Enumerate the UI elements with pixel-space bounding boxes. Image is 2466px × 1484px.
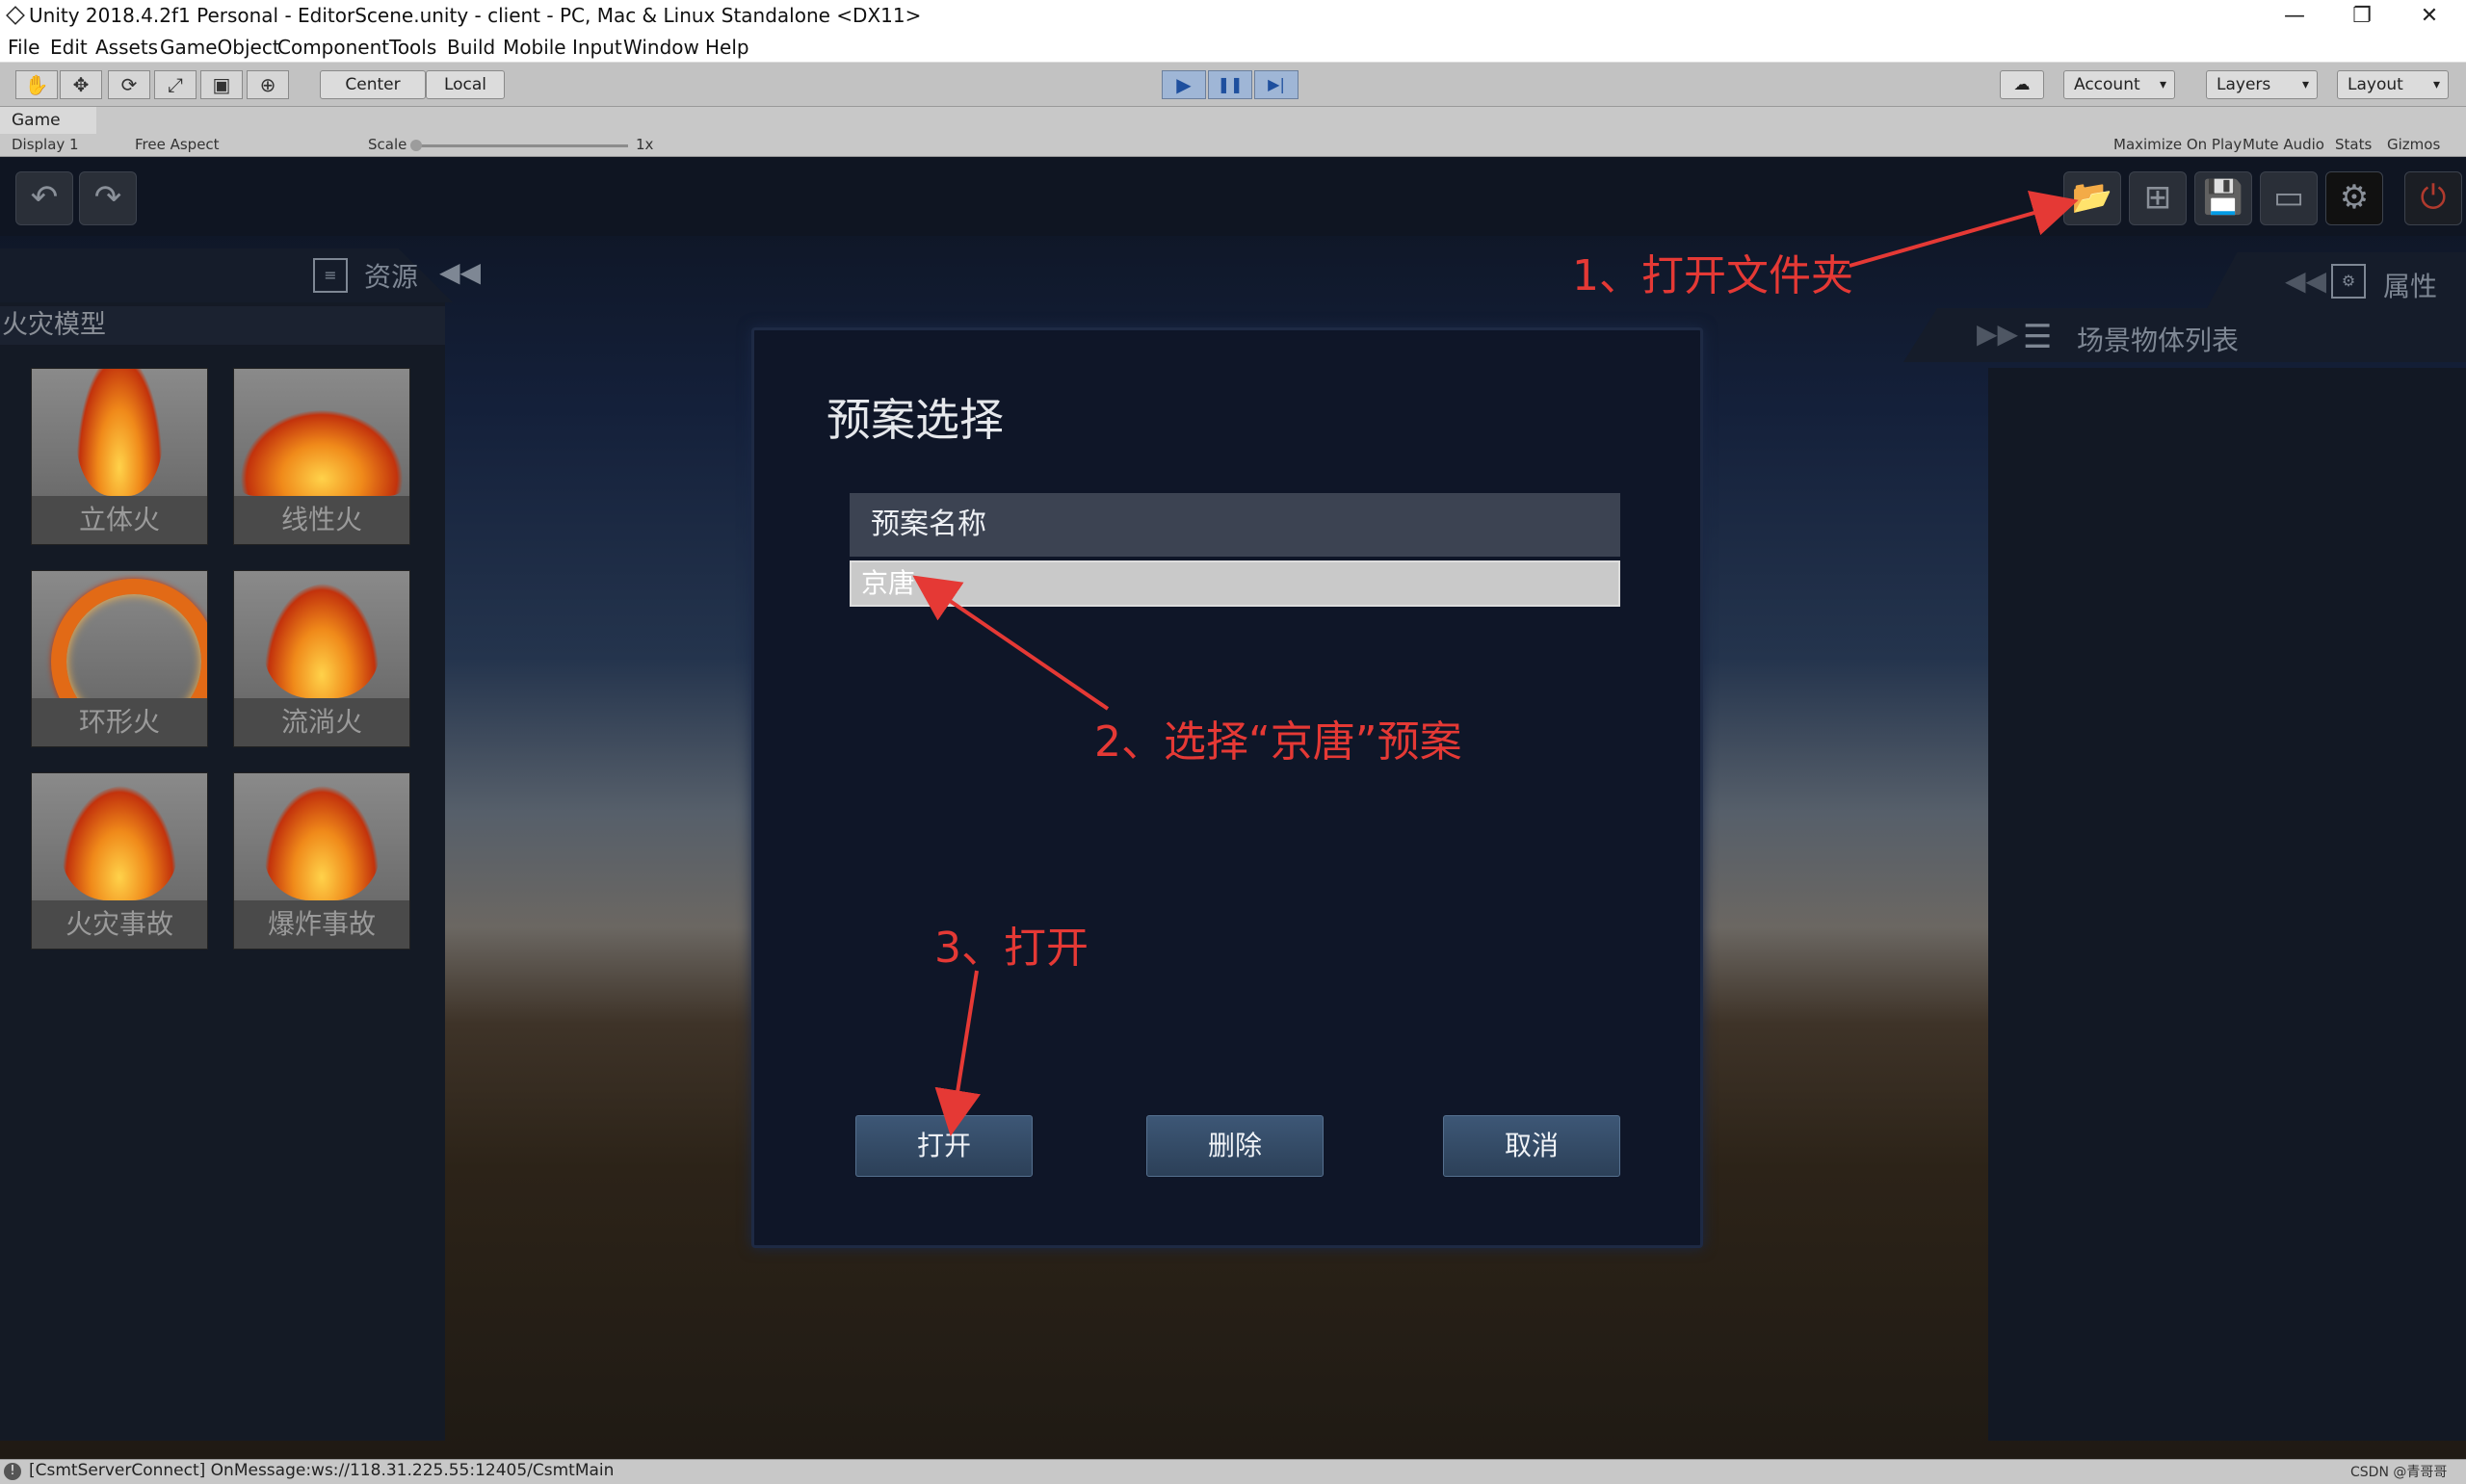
- pivot-local-toggle[interactable]: Local: [426, 70, 505, 99]
- cancel-button[interactable]: 取消: [1443, 1115, 1620, 1177]
- properties-title: 属性: [2383, 271, 2438, 302]
- model-label: 线性火: [234, 496, 409, 544]
- maximize-on-play-toggle[interactable]: Maximize On Play: [2113, 136, 2242, 153]
- watermark: CSDN @青哥哥: [2350, 1465, 2448, 1480]
- menu-gameobject[interactable]: GameObject: [160, 36, 280, 59]
- model-tile[interactable]: 立体火: [31, 368, 208, 545]
- expand-properties-icon[interactable]: ◀◀: [2285, 265, 2326, 297]
- fire-thumbnail: [32, 571, 207, 698]
- cloud-icon[interactable]: ☁: [2000, 70, 2044, 99]
- save-as-button[interactable]: ▭: [2260, 171, 2318, 225]
- properties-icon: ⚙: [2331, 264, 2366, 299]
- restore-button[interactable]: ❐: [2333, 2, 2391, 31]
- power-button[interactable]: ⏻: [2404, 171, 2462, 225]
- model-tile[interactable]: 爆炸事故: [233, 772, 410, 950]
- menu-mobile-input[interactable]: Mobile Input: [503, 36, 622, 59]
- account-dropdown[interactable]: Account: [2063, 70, 2175, 99]
- pivot-center-toggle[interactable]: Center: [320, 70, 426, 99]
- menu-assets[interactable]: Assets: [95, 36, 158, 59]
- collapse-left-icon[interactable]: ◀◀: [439, 256, 481, 288]
- open-folder-button[interactable]: 📂: [2063, 171, 2121, 225]
- display-dropdown[interactable]: Display 1: [12, 136, 79, 153]
- minimize-button[interactable]: —: [2266, 2, 2323, 31]
- stats-toggle[interactable]: Stats: [2335, 136, 2372, 153]
- scale-tool-icon[interactable]: ⤢: [154, 70, 197, 99]
- fire-thumbnail: [32, 369, 207, 496]
- fire-thumbnail: [234, 571, 409, 698]
- list-icon: ☰: [2023, 318, 2053, 356]
- new-file-button[interactable]: ⊞: [2129, 171, 2187, 225]
- annotation-step1: 1、打开文件夹: [1572, 251, 1853, 300]
- undo-button[interactable]: ↶: [15, 171, 73, 225]
- step-button[interactable]: ▶|: [1254, 70, 1299, 99]
- plan-name-column-header: 预案名称: [850, 493, 1620, 557]
- save-button[interactable]: 💾: [2194, 171, 2252, 225]
- menu-component[interactable]: Component: [277, 36, 389, 59]
- status-message[interactable]: [CsmtServerConnect] OnMessage:ws://118.3…: [29, 1461, 614, 1480]
- model-label: 火灾事故: [32, 900, 207, 949]
- plan-list-item[interactable]: 京唐: [850, 560, 1620, 607]
- mute-audio-toggle[interactable]: Mute Audio: [2243, 136, 2324, 153]
- category-title[interactable]: 火灾模型: [0, 306, 445, 345]
- hand-tool-icon[interactable]: ✋: [15, 70, 58, 99]
- scene-list-title: 场景物体列表: [2077, 325, 2240, 356]
- model-tile[interactable]: 火灾事故: [31, 772, 208, 950]
- model-tile[interactable]: 环形火: [31, 570, 208, 747]
- model-label: 环形火: [32, 698, 207, 746]
- window-title: Unity 2018.4.2f1 Personal - EditorScene.…: [29, 4, 922, 27]
- expand-scene-list-icon[interactable]: ▶▶: [1977, 318, 2018, 350]
- model-label: 立体火: [32, 496, 207, 544]
- model-label: 流淌火: [234, 698, 409, 746]
- close-button[interactable]: ✕: [2400, 2, 2458, 31]
- delete-button[interactable]: 删除: [1146, 1115, 1324, 1177]
- play-button[interactable]: ▶: [1162, 70, 1206, 99]
- model-tile[interactable]: 线性火: [233, 368, 410, 545]
- redo-button[interactable]: ↷: [79, 171, 137, 225]
- menu-tools[interactable]: Tools: [389, 36, 436, 59]
- layout-dropdown[interactable]: Layout: [2337, 70, 2449, 99]
- plan-select-dialog: [751, 327, 1703, 1248]
- scale-label: Scale: [368, 136, 407, 153]
- scale-slider[interactable]: [414, 144, 628, 147]
- move-tool-icon[interactable]: ✥: [60, 70, 102, 99]
- fire-thumbnail: [234, 773, 409, 900]
- menu-file[interactable]: File: [8, 36, 39, 59]
- model-label: 爆炸事故: [234, 900, 409, 949]
- menu-help[interactable]: Help: [705, 36, 749, 59]
- menu-edit[interactable]: Edit: [50, 36, 88, 59]
- fire-thumbnail: [234, 369, 409, 496]
- resource-panel-title: 资源: [364, 261, 419, 293]
- transform-tool-icon[interactable]: ⊕: [247, 70, 289, 99]
- dialog-title: 预案选择: [826, 394, 1004, 446]
- pause-button[interactable]: ❚❚: [1208, 70, 1252, 99]
- game-tab-strip: [0, 107, 2466, 134]
- layers-dropdown[interactable]: Layers: [2206, 70, 2318, 99]
- scale-slider-handle[interactable]: [410, 140, 422, 151]
- scale-value: 1x: [636, 136, 654, 153]
- menu-build[interactable]: Build: [447, 36, 495, 59]
- scene-list-panel: [1988, 368, 2466, 1441]
- info-icon: !: [4, 1463, 21, 1480]
- resource-icon: ≡: [313, 258, 348, 293]
- open-button[interactable]: 打开: [855, 1115, 1033, 1177]
- rotate-tool-icon[interactable]: ⟳: [108, 70, 150, 99]
- menu-window[interactable]: Window: [623, 36, 699, 59]
- aspect-dropdown[interactable]: Free Aspect: [135, 136, 220, 153]
- annotation-step3: 3、打开: [934, 924, 1089, 973]
- settings-button[interactable]: ⚙: [2325, 171, 2383, 225]
- model-tile[interactable]: 流淌火: [233, 570, 410, 747]
- fire-thumbnail: [32, 773, 207, 900]
- game-tab[interactable]: Game: [0, 107, 96, 134]
- annotation-step2: 2、选择“京唐”预案: [1094, 717, 1462, 767]
- gizmos-dropdown[interactable]: Gizmos: [2387, 136, 2440, 153]
- rect-tool-icon[interactable]: ▣: [200, 70, 243, 99]
